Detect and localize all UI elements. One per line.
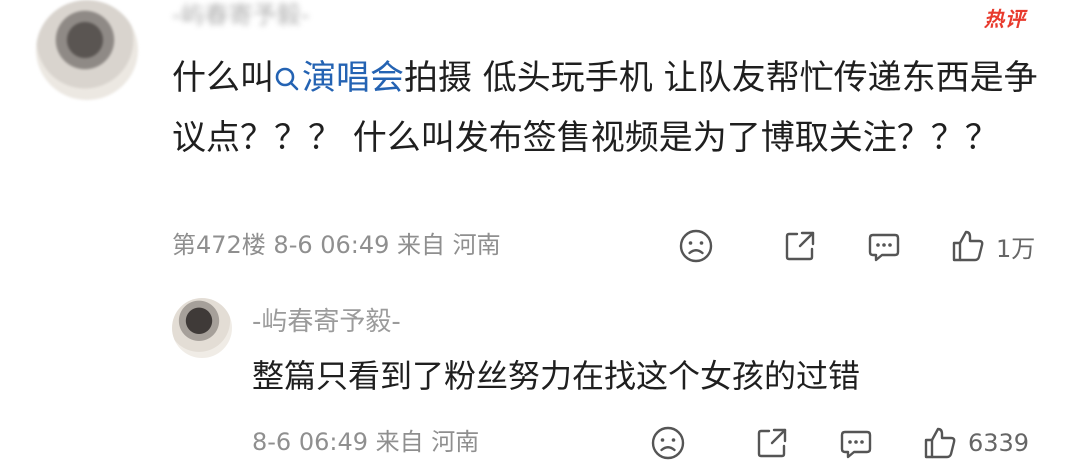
comment-bubble-icon	[838, 425, 874, 461]
thumbs-up-icon	[950, 228, 986, 264]
share-icon	[754, 425, 790, 461]
comment-text: 什么叫 演唱会拍摄 低头玩手机 让队友帮忙传递东西是争议点？？？ 什么叫发布签售视…	[172, 50, 1052, 167]
reply-share-button[interactable]	[754, 423, 790, 463]
reply-like-count: 6339	[968, 429, 1030, 457]
comment-text-prefix: 什么叫	[172, 58, 274, 98]
hot-comment-badge: 热评	[984, 7, 1026, 31]
thumbs-up-icon	[922, 425, 958, 461]
reply-text: 整篇只看到了粉丝努力在找这个女孩的过错	[252, 357, 861, 395]
reply-avatar[interactable]	[172, 298, 232, 358]
avatar[interactable]	[36, 0, 138, 100]
comment-author-name[interactable]: -屿春寄予毅-	[172, 0, 382, 30]
reply-actions: 6339	[0, 423, 1080, 463]
search-link[interactable]: 演唱会	[274, 58, 404, 98]
sad-face-icon	[650, 425, 686, 461]
like-button[interactable]: 1万	[950, 226, 1035, 266]
reply-reply-button[interactable]	[838, 423, 874, 463]
search-link-text[interactable]: 演唱会	[302, 58, 404, 98]
comment-bubble-icon	[866, 228, 902, 264]
reply-button[interactable]	[866, 226, 902, 266]
search-icon	[274, 53, 300, 110]
dislike-button[interactable]	[678, 226, 714, 266]
reply-like-button[interactable]: 6339	[922, 423, 1029, 463]
share-icon	[782, 228, 818, 264]
sad-face-icon	[678, 228, 714, 264]
comment-actions: 1万	[0, 226, 1080, 266]
reply-author-name[interactable]: -屿春寄予毅-	[252, 306, 401, 338]
reply-dislike-button[interactable]	[650, 423, 686, 463]
like-count: 1万	[996, 234, 1036, 263]
share-button[interactable]	[782, 226, 818, 266]
